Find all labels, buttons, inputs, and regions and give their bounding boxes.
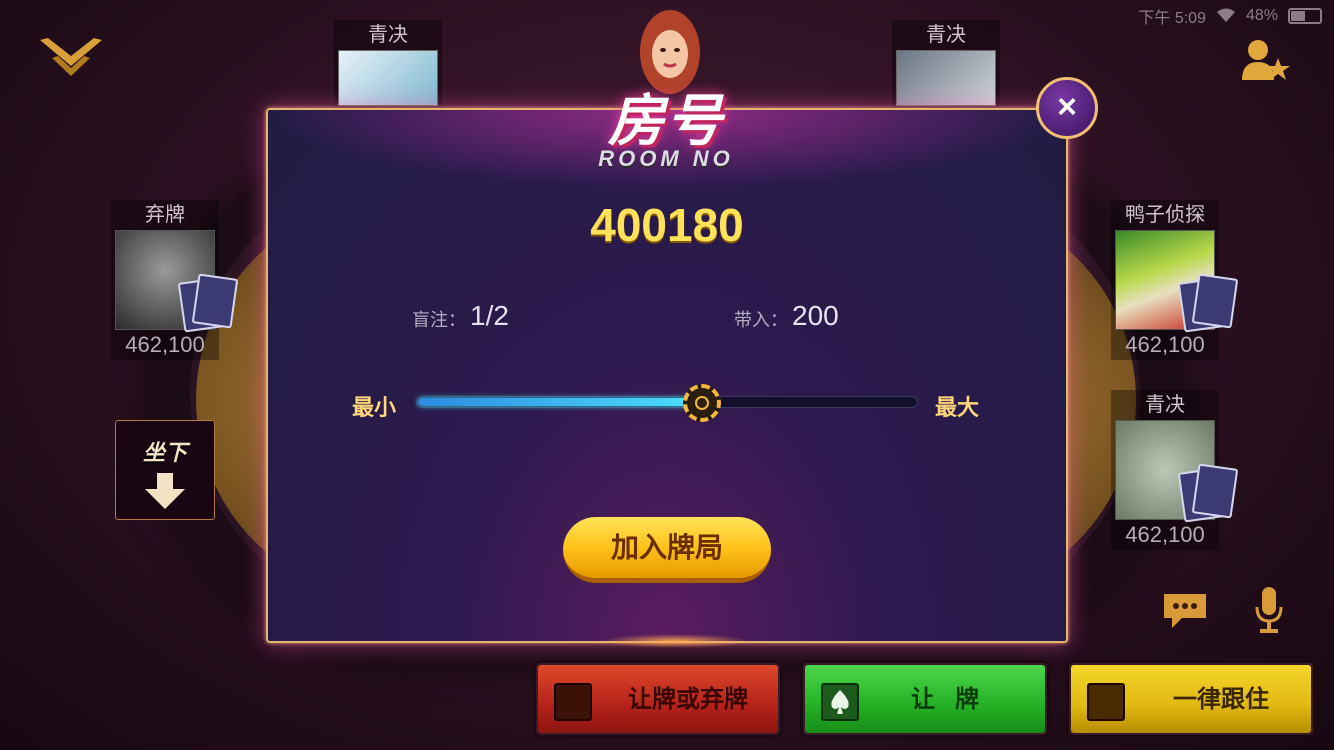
hole-cards — [177, 273, 239, 333]
hole-cards — [1177, 463, 1239, 523]
room-number: 400180 — [590, 199, 744, 251]
seat-name: 青决 — [926, 24, 966, 46]
seat-name: 青决 — [368, 24, 408, 46]
battery-percent: 48% — [1245, 7, 1278, 24]
seat-name: 弃牌 — [145, 204, 185, 226]
player-list-icon[interactable] — [1240, 36, 1292, 84]
close-button[interactable]: × — [1036, 77, 1098, 139]
check-or-fold-button[interactable]: 让牌或弃牌 — [533, 660, 783, 738]
dialog-title: 房号 — [608, 89, 724, 152]
seat-right-bottom[interactable]: 青决 462,100 — [1111, 390, 1239, 550]
chat-icon[interactable] — [1160, 590, 1210, 630]
microphone-icon[interactable] — [1254, 585, 1284, 635]
seat-chips: 462,100 — [125, 332, 205, 357]
seat-chips: 462,100 — [1125, 522, 1205, 547]
slider-min-label: 最小 — [352, 395, 397, 420]
buyin-slider-fill — [418, 398, 702, 406]
seat-name: 鸭子侦探 — [1125, 204, 1205, 226]
buyin-slider-thumb[interactable] — [683, 384, 721, 422]
check-or-fold-label: 让牌或弃牌 — [628, 686, 748, 713]
arrow-down-icon — [145, 473, 185, 509]
wifi-icon — [1216, 7, 1236, 26]
dialog-subtitle: ROOM NO — [598, 146, 734, 171]
seat-top-left[interactable]: 青决 — [334, 20, 442, 110]
buyin-label: 带入： — [734, 310, 788, 330]
seat-right-top[interactable]: 鸭子侦探 462,100 — [1111, 200, 1239, 360]
player-avatar — [896, 50, 996, 106]
check-label: 让牌 — [911, 686, 999, 713]
hole-cards — [1177, 273, 1239, 333]
seat-left[interactable]: 弃牌 462,100 — [111, 200, 239, 360]
seat-top-right[interactable]: 青决 — [892, 20, 1000, 110]
check-or-fold-checkbox[interactable] — [554, 683, 592, 721]
slider-max-label: 最大 — [935, 395, 980, 420]
seat-name: 青决 — [1145, 394, 1185, 416]
sit-down-button[interactable]: 坐下 — [115, 420, 215, 520]
menu-chevron-down-icon[interactable] — [38, 36, 104, 80]
status-bar: 下午 5:09 48% — [1138, 4, 1322, 28]
player-avatar — [338, 50, 438, 106]
spade-icon[interactable] — [821, 683, 859, 721]
buyin-value: 200 — [792, 300, 839, 331]
join-game-button[interactable]: 加入牌局 — [563, 517, 771, 583]
dialog-bottom-glow — [600, 634, 750, 648]
battery-icon — [1288, 8, 1322, 24]
check-button[interactable]: 让牌 — [800, 660, 1050, 738]
buyin-slider-track[interactable] — [416, 396, 918, 408]
seat-chips: 462,100 — [1125, 332, 1205, 357]
blind-value: 1/2 — [470, 300, 509, 331]
status-time: 下午 5:09 — [1138, 10, 1206, 27]
call-any-label: 一律跟住 — [1173, 686, 1269, 713]
sit-down-label: 坐下 — [142, 440, 187, 465]
call-any-checkbox[interactable] — [1087, 683, 1125, 721]
call-any-button[interactable]: 一律跟住 — [1066, 660, 1316, 738]
blind-label: 盲注： — [412, 310, 466, 330]
